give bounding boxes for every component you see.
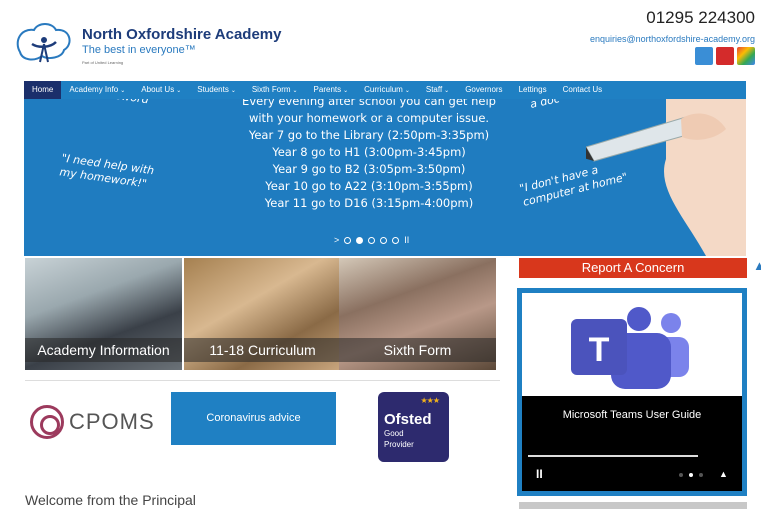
ofsted-badge[interactable]: ★★★ Ofsted Good Provider xyxy=(378,392,449,462)
teams-video-player[interactable]: T Microsoft Teams User Guide II ▲ xyxy=(522,293,742,491)
carousel-dot-active[interactable] xyxy=(689,473,693,477)
ofsted-stars-icon: ★★★ xyxy=(420,396,439,405)
divider xyxy=(25,380,500,381)
carousel-dots xyxy=(679,473,703,477)
youtube-icon[interactable] xyxy=(716,47,734,65)
ofsted-name: Ofsted xyxy=(384,411,432,428)
hero-text: Every evening after school you can get h… xyxy=(224,99,514,212)
tile-curriculum[interactable]: 11-18 Curriculum xyxy=(184,258,341,370)
chevron-down-icon: ⌄ xyxy=(120,88,126,94)
video-progress-bar[interactable] xyxy=(528,455,698,457)
ofsted-provider: Provider xyxy=(384,440,414,449)
next-widget-edge xyxy=(519,502,747,509)
next-arrow-icon[interactable]: > xyxy=(334,235,339,245)
hero-line: Year 8 go to H1 (3:00pm-3:45pm) xyxy=(272,145,466,159)
google-plus-icon[interactable] xyxy=(737,47,755,65)
email-link[interactable]: enquiries@northoxfordshire-academy.org xyxy=(590,34,755,44)
hero-quote-adoc: a doc xyxy=(528,99,561,111)
cpoms-text: CPOMS xyxy=(69,409,155,434)
tile-caption: Sixth Form xyxy=(339,338,496,362)
part-of-text: Part of United Learning xyxy=(82,60,124,65)
school-name[interactable]: North Oxfordshire Academy xyxy=(82,26,282,43)
chevron-down-icon: ⌄ xyxy=(292,88,298,94)
hero-quote-homework: "I need help with my homework!" xyxy=(58,151,155,191)
chevron-down-icon: ⌄ xyxy=(343,88,349,94)
hero-line: with your homework or a computer issue. xyxy=(248,111,490,125)
svg-text:T: T xyxy=(589,331,610,369)
nav-item-students[interactable]: Students ⌄ xyxy=(189,81,244,99)
ofsted-rating: Good xyxy=(384,429,404,438)
hero-line: Year 9 go to B2 (3:05pm-3:50pm) xyxy=(272,162,466,176)
hero-line: Year 7 go to the Library (2:50pm-3:35pm) xyxy=(248,128,490,142)
hero-quote-password: ssword" xyxy=(109,99,154,108)
slider-dot[interactable] xyxy=(344,236,352,244)
slider-dot[interactable] xyxy=(368,236,376,244)
teams-video-widget: T Microsoft Teams User Guide II ▲ xyxy=(517,288,747,496)
tagline: The best in everyone™ xyxy=(82,44,196,56)
cpoms-ring-icon xyxy=(30,405,64,439)
nav-item-contact-us[interactable]: Contact Us xyxy=(555,81,611,99)
nav-item-parents[interactable]: Parents ⌄ xyxy=(306,81,357,99)
site-header: North Oxfordshire Academy The best in ev… xyxy=(0,0,761,80)
slider-dot[interactable] xyxy=(380,236,388,244)
social-links xyxy=(695,47,755,65)
nav-item-sixth-form[interactable]: Sixth Form ⌄ xyxy=(244,81,306,99)
tile-sixth-form[interactable]: Sixth Form xyxy=(339,258,496,370)
chevron-down-icon: ⌄ xyxy=(404,88,410,94)
nav-item-curriculum[interactable]: Curriculum ⌄ xyxy=(356,81,418,99)
carousel-dot[interactable] xyxy=(679,473,683,477)
nav-item-lettings[interactable]: Lettings xyxy=(511,81,555,99)
carousel-dot[interactable] xyxy=(699,473,703,477)
hand-pencil-image xyxy=(586,99,746,256)
teams-video-title: Microsoft Teams User Guide xyxy=(562,409,702,421)
hero-line: Every evening after school you can get h… xyxy=(242,99,496,108)
twitter-icon[interactable] xyxy=(695,47,713,65)
nav-item-home[interactable]: Home xyxy=(24,81,62,99)
nav-item-staff[interactable]: Staff ⌄ xyxy=(418,81,457,99)
tile-academy-information[interactable]: Academy Information xyxy=(25,258,182,370)
main-nav: Home Academy Info ⌄ About Us ⌄ Students ⌄ S… xyxy=(24,81,746,99)
tile-caption: Academy Information xyxy=(25,338,182,362)
cpoms-logo[interactable]: CPOMS xyxy=(30,405,155,439)
microsoft-teams-icon: T xyxy=(571,307,689,389)
tile-caption: 11-18 Curriculum xyxy=(184,338,341,362)
slider-dot-active[interactable] xyxy=(356,236,364,244)
phone-number: 01295 224300 xyxy=(646,8,755,27)
hero-line: Year 10 go to A22 (3:10pm-3:55pm) xyxy=(265,179,473,193)
slider-dot[interactable] xyxy=(392,236,400,244)
scroll-up-icon[interactable]: ▲ xyxy=(753,258,761,273)
hero-line: Year 11 go to D16 (3:15pm-4:00pm) xyxy=(264,196,474,210)
nav-item-academy-info[interactable]: Academy Info ⌄ xyxy=(61,81,133,99)
nav-item-governors[interactable]: Governors xyxy=(457,81,510,99)
welcome-heading: Welcome from the Principal xyxy=(25,492,196,508)
chevron-down-icon: ⌄ xyxy=(176,88,182,94)
academy-logo-icon[interactable] xyxy=(12,22,76,66)
report-concern-button[interactable]: Report A Concern xyxy=(519,258,747,278)
pause-icon[interactable]: II xyxy=(536,467,543,481)
chevron-up-icon[interactable]: ▲ xyxy=(719,469,728,479)
hero-slider[interactable]: ssword" "I need help with my homework!" … xyxy=(24,99,746,256)
slider-controls: > II xyxy=(334,235,409,245)
coronavirus-advice-button[interactable]: Coronavirus advice xyxy=(171,392,336,445)
chevron-down-icon: ⌄ xyxy=(230,88,236,94)
nav-item-about-us[interactable]: About Us ⌄ xyxy=(133,81,189,99)
pause-icon[interactable]: II xyxy=(404,235,409,245)
chevron-down-icon: ⌄ xyxy=(444,88,450,94)
